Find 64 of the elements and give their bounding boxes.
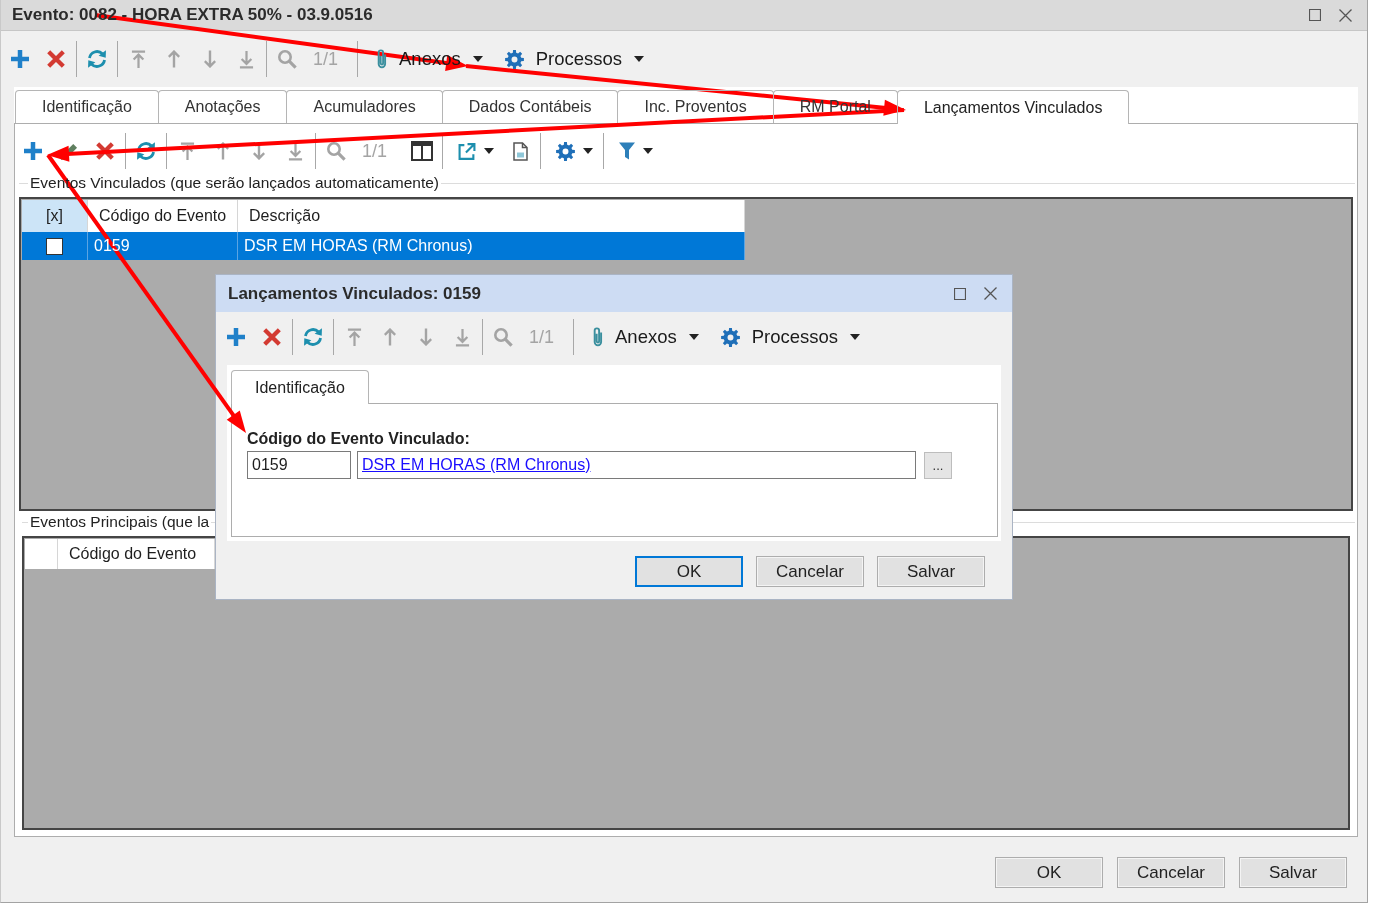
caret-icon xyxy=(472,56,483,62)
processes-menu-button[interactable]: Processos xyxy=(706,320,869,354)
tab[interactable]: Lançamentos Vinculados xyxy=(896,90,1130,124)
arrow-up-bar-icon xyxy=(346,327,362,347)
close-icon xyxy=(1338,8,1352,22)
caret-icon xyxy=(634,56,645,62)
x-mark-icon xyxy=(263,328,281,346)
row-header-cell xyxy=(25,539,58,569)
lookup-button[interactable]: ... xyxy=(924,451,952,479)
record-counter: 1/1 xyxy=(312,48,340,70)
plus-icon xyxy=(24,142,42,160)
arrow-up-bar-icon xyxy=(130,49,146,69)
tab[interactable]: Identificação xyxy=(231,370,369,404)
column-header[interactable]: Código do Evento xyxy=(58,539,215,569)
gear-icon xyxy=(504,49,524,69)
arrow-down-icon xyxy=(204,50,216,68)
field-label: Código do Evento Vinculado: xyxy=(247,430,470,448)
search-icon xyxy=(326,141,346,161)
description-field[interactable]: DSR EM HORAS (RM Chronus) xyxy=(357,451,916,479)
table-cell: DSR EM HORAS (RM Chronus) xyxy=(238,232,745,260)
attachments-menu-button[interactable]: Anexos xyxy=(579,320,707,354)
save-button[interactable]: Salvar xyxy=(877,556,985,587)
dialog-title: Lançamentos Vinculados: 0159 xyxy=(228,283,482,304)
arrow-up-icon xyxy=(168,50,180,68)
ok-button[interactable]: OK xyxy=(635,556,743,587)
caret-icon xyxy=(583,148,594,154)
x-mark-icon xyxy=(47,50,65,68)
gear-icon xyxy=(720,327,740,347)
search-icon xyxy=(493,327,513,347)
columns-icon xyxy=(411,141,434,161)
document-icon xyxy=(512,141,528,161)
maximize-icon xyxy=(1309,9,1321,21)
arrow-down-icon xyxy=(420,328,432,346)
close-icon xyxy=(983,287,997,300)
caret-icon xyxy=(688,334,699,340)
arrow-up-icon xyxy=(384,328,396,346)
record-counter: 1/1 xyxy=(361,140,389,162)
paperclip-icon xyxy=(593,327,604,347)
code-field[interactable]: 0159 xyxy=(247,451,351,479)
event-link[interactable]: DSR EM HORAS (RM Chronus) xyxy=(362,456,591,474)
circular-arrows-icon xyxy=(303,327,323,347)
caret-icon xyxy=(484,148,495,154)
circular-arrows-icon xyxy=(87,49,107,69)
box-arrow-icon xyxy=(458,142,477,160)
column-header[interactable]: Descrição xyxy=(238,200,745,232)
processes-menu-button[interactable]: Processos xyxy=(490,42,653,76)
maximize-icon xyxy=(954,287,966,300)
paperclip-icon xyxy=(377,49,388,69)
search-icon xyxy=(277,49,297,69)
funnel-icon xyxy=(619,142,636,160)
plus-icon xyxy=(11,50,29,68)
caret-icon xyxy=(643,148,654,154)
gear-icon xyxy=(556,141,576,161)
caret-icon xyxy=(850,334,861,340)
arrow-down-bar-icon xyxy=(238,49,254,69)
cancel-button[interactable]: Cancelar xyxy=(756,556,864,587)
ok-button[interactable]: OK xyxy=(995,857,1103,888)
arrow-down-bar-icon xyxy=(454,327,470,347)
record-counter: 1/1 xyxy=(528,326,556,348)
save-button[interactable]: Salvar xyxy=(1239,857,1347,888)
window-title: Evento: 0082 - HORA EXTRA 50% - 03.9.0516 xyxy=(12,5,374,25)
group-legend: Eventos Principais (que la xyxy=(28,513,212,531)
cancel-button[interactable]: Cancelar xyxy=(1117,857,1225,888)
arrow-down-bar-icon xyxy=(287,141,303,161)
